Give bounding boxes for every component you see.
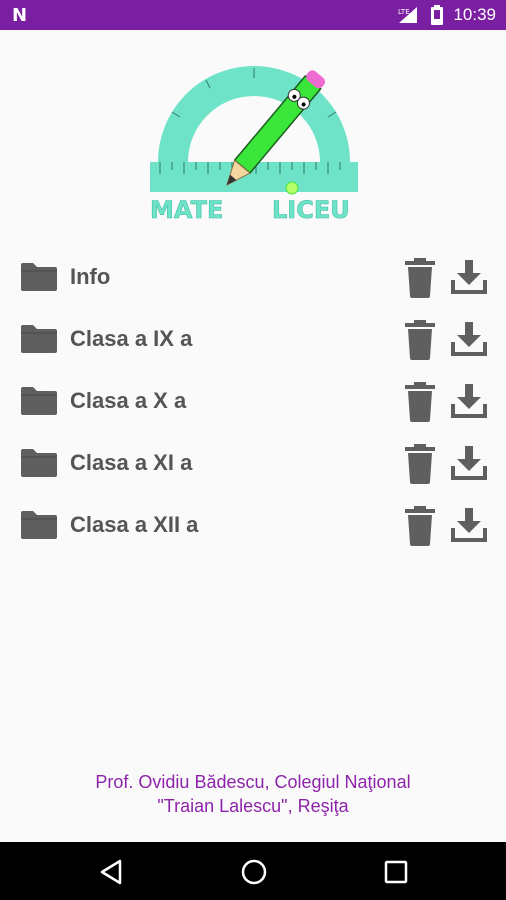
folder-row-clasa-x[interactable]: Clasa a X a — [0, 370, 506, 432]
home-icon[interactable] — [240, 858, 268, 886]
app-notification-icon: N — [12, 5, 28, 26]
author-credit-line2: "Traian Lalescu", Reşiţa — [157, 796, 349, 816]
author-credit-line1: Prof. Ovidiu Bădescu, Colegiul Naţional — [95, 772, 411, 792]
app-logo: MATE LICEU — [150, 66, 358, 224]
download-icon[interactable] — [449, 384, 489, 420]
folder-label: Clasa a XII a — [70, 512, 199, 537]
folder-row-clasa-xi[interactable]: Clasa a XI a — [0, 432, 506, 494]
trash-icon[interactable] — [403, 258, 437, 298]
trash-icon[interactable] — [403, 506, 437, 546]
trash-icon[interactable] — [403, 382, 437, 422]
folder-icon — [21, 449, 57, 477]
folder-icon — [21, 511, 57, 539]
folder-label: Clasa a XI a — [70, 450, 193, 475]
folder-row-info[interactable]: Info — [0, 246, 506, 308]
folder-icon — [21, 325, 57, 353]
folder-icon — [21, 387, 57, 415]
logo-text-liceu: LICEU — [272, 196, 350, 224]
network-label: LTE — [398, 8, 410, 16]
recents-icon[interactable] — [382, 858, 410, 886]
logo-text-mate: MATE — [150, 196, 223, 224]
battery-icon — [431, 5, 444, 25]
trash-icon[interactable] — [403, 320, 437, 360]
status-bar: N LTE 10:39 — [0, 0, 506, 30]
download-icon[interactable] — [449, 260, 489, 296]
folder-row-clasa-xii[interactable]: Clasa a XII a — [0, 494, 506, 556]
folder-label: Clasa a X a — [70, 388, 187, 413]
navigation-bar — [0, 842, 506, 900]
folder-icon — [21, 263, 57, 291]
folder-label: Info — [70, 264, 111, 289]
folder-row-clasa-ix[interactable]: Clasa a IX a — [0, 308, 506, 370]
back-icon[interactable] — [98, 858, 126, 886]
author-credit: Prof. Ovidiu Bădescu, Colegiul Naţional … — [0, 770, 506, 818]
clock: 10:39 — [453, 5, 496, 24]
download-icon[interactable] — [449, 508, 489, 544]
signal-icon: LTE — [398, 7, 418, 23]
download-icon[interactable] — [449, 446, 489, 482]
folder-label: Clasa a IX a — [70, 326, 193, 351]
trash-icon[interactable] — [403, 444, 437, 484]
download-icon[interactable] — [449, 322, 489, 358]
